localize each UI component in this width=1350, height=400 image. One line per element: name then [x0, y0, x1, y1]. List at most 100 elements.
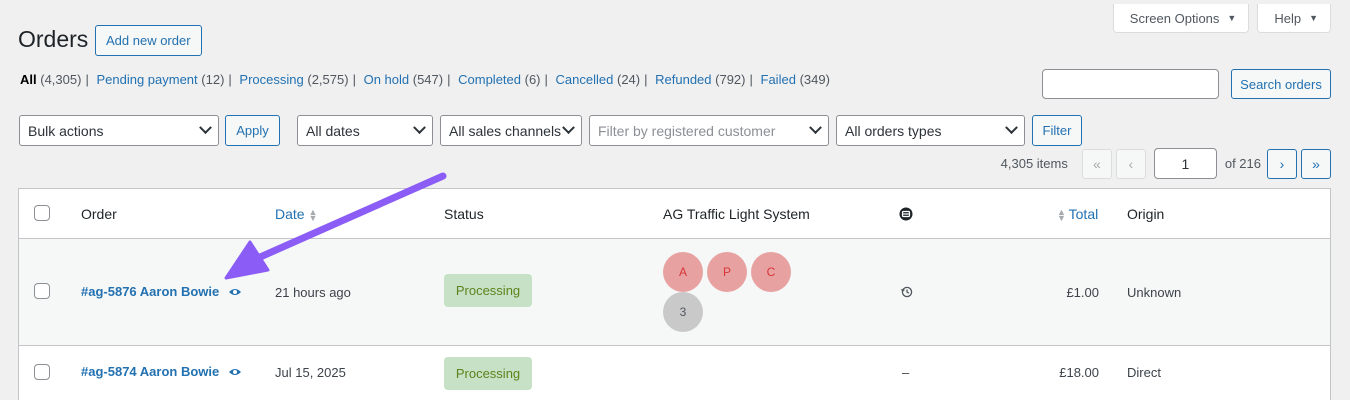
order-types-select[interactable]: All orders types [836, 115, 1025, 146]
status-filter-label: Failed [760, 72, 796, 87]
add-new-order-button[interactable]: Add new order [95, 25, 202, 56]
bulk-actions-select[interactable]: Bulk actions [19, 115, 219, 146]
status-filter-list: All (4,305) | Pending payment (12) | Proce… [20, 72, 830, 87]
status-filter-cancelled[interactable]: Cancelled (24) [556, 72, 641, 87]
column-header-date[interactable]: Date ▲ ▼ [275, 206, 318, 224]
status-filter-on-hold[interactable]: On hold (547) [364, 72, 444, 87]
column-header-total-label: Total [1068, 206, 1099, 222]
status-filter-label: Refunded [655, 72, 712, 87]
status-badge: Processing [444, 274, 532, 307]
traffic-light-bubble: 3 [663, 292, 703, 332]
next-page-button[interactable]: › [1267, 148, 1297, 179]
last-page-button[interactable]: » [1301, 148, 1331, 179]
traffic-light-bubble: A [663, 252, 703, 292]
dates-select[interactable]: All dates [297, 115, 433, 146]
select-value: Bulk actions [28, 122, 104, 139]
traffic-light-bubble: P [707, 252, 747, 292]
status-filter-refunded[interactable]: Refunded (792) [655, 72, 745, 87]
order-date: 21 hours ago [275, 285, 351, 300]
chevron-down-icon [809, 121, 822, 135]
status-filter-count: (792) [715, 72, 746, 87]
order-link[interactable]: #ag-5874 Aaron Bowie [81, 364, 219, 379]
help-label: Help [1274, 10, 1302, 26]
table-row[interactable]: #ag-5876 Aaron Bowie 21 hours ago Proces… [19, 239, 1330, 346]
order-link[interactable]: #ag-5876 Aaron Bowie [81, 284, 219, 299]
search-input[interactable] [1042, 69, 1219, 99]
select-value: All orders types [845, 122, 942, 139]
status-filter-label: Completed [458, 72, 521, 87]
order-total: £18.00 [1059, 365, 1099, 380]
chevron-down-icon [199, 121, 212, 135]
caret-down-icon: ▼ [1309, 13, 1318, 23]
column-header-total[interactable]: ▲ ▼ Total [1057, 206, 1099, 224]
preview-eye-icon[interactable] [228, 287, 242, 297]
status-filter-count: (349) [799, 72, 830, 87]
select-all-checkbox[interactable] [34, 205, 50, 221]
filter-button[interactable]: Filter [1032, 115, 1082, 146]
status-filter-count: (12) [201, 72, 225, 87]
order-date: Jul 15, 2025 [275, 365, 346, 380]
separator: | [447, 72, 451, 87]
table-row[interactable]: #ag-5874 Aaron Bowie Jul 15, 2025 Proces… [19, 346, 1330, 400]
orders-table: Order Date ▲ ▼ Status AG Traffic Light Sy… [18, 188, 1331, 400]
total-pages: of 216 [1224, 156, 1261, 171]
attribution-column-icon [899, 207, 913, 224]
status-filter-count: (2,575) [307, 72, 349, 87]
separator: | [85, 72, 89, 87]
search-orders-button[interactable]: Search orders [1231, 69, 1331, 99]
help-button[interactable]: Help ▼ [1257, 4, 1331, 33]
screen-meta: Screen Options ▼ Help ▼ [1112, 4, 1331, 33]
items-count: 4,305 items [1000, 156, 1068, 171]
order-origin: Unknown [1127, 285, 1182, 300]
order-total: £1.00 [1066, 285, 1099, 300]
row-checkbox[interactable] [34, 283, 50, 299]
separator: | [644, 72, 648, 87]
status-filter-failed[interactable]: Failed (349) [761, 72, 830, 87]
status-filter-count: (547) [412, 72, 444, 87]
current-page-input[interactable]: 1 [1153, 148, 1217, 179]
chevron-down-icon [413, 121, 426, 135]
status-filter-completed[interactable]: Completed (6) [458, 72, 540, 87]
status-filter-label: Pending payment [96, 72, 198, 87]
select-placeholder: Filter by registered customer [598, 122, 776, 139]
column-header-traffic-light: AG Traffic Light System [663, 206, 810, 222]
separator: | [228, 72, 232, 87]
sort-icon: ▲ ▼ [308, 207, 318, 224]
order-origin: Direct [1127, 365, 1161, 380]
status-filter-pending-payment[interactable]: Pending payment (12) [96, 72, 224, 87]
screen-options-label: Screen Options [1129, 10, 1220, 26]
separator: | [544, 72, 548, 87]
separator: | [352, 72, 356, 87]
select-value: All dates [306, 122, 360, 139]
row-checkbox[interactable] [34, 364, 50, 380]
screen-options-button[interactable]: Screen Options ▼ [1112, 4, 1250, 33]
status-filter-count: (6) [524, 72, 541, 87]
table-header-row: Order Date ▲ ▼ Status AG Traffic Light Sy… [19, 189, 1330, 239]
preview-eye-icon[interactable] [228, 367, 242, 377]
chevron-down-icon [562, 121, 575, 135]
page-title: Orders [18, 26, 89, 52]
column-header-status: Status [444, 206, 484, 222]
apply-button[interactable]: Apply [225, 115, 280, 146]
status-filter-processing[interactable]: Processing (2,575) [239, 72, 348, 87]
select-value: All sales channels [449, 122, 562, 139]
status-filter-all[interactable]: All (4,305) [20, 72, 81, 87]
status-badge: Processing [444, 357, 532, 390]
customer-filter-select[interactable]: Filter by registered customer [589, 115, 829, 146]
column-header-order: Order [81, 206, 117, 222]
attribution-empty: – [902, 365, 910, 380]
caret-down-icon: ▼ [1227, 13, 1237, 23]
traffic-light-bubble: C [751, 252, 791, 292]
history-icon [901, 286, 913, 301]
status-filter-count: (24) [616, 72, 641, 87]
status-filter-label: On hold [363, 72, 410, 87]
sales-channels-select[interactable]: All sales channels [440, 115, 582, 146]
column-header-date-label: Date [275, 206, 305, 222]
separator: | [749, 72, 753, 87]
first-page-button[interactable]: « [1081, 148, 1112, 179]
status-filter-label: All [20, 72, 37, 87]
sort-icon: ▲ ▼ [1057, 207, 1066, 224]
status-filter-label: Cancelled [555, 72, 614, 87]
prev-page-button[interactable]: ‹ [1115, 148, 1146, 179]
column-header-origin: Origin [1127, 206, 1165, 222]
